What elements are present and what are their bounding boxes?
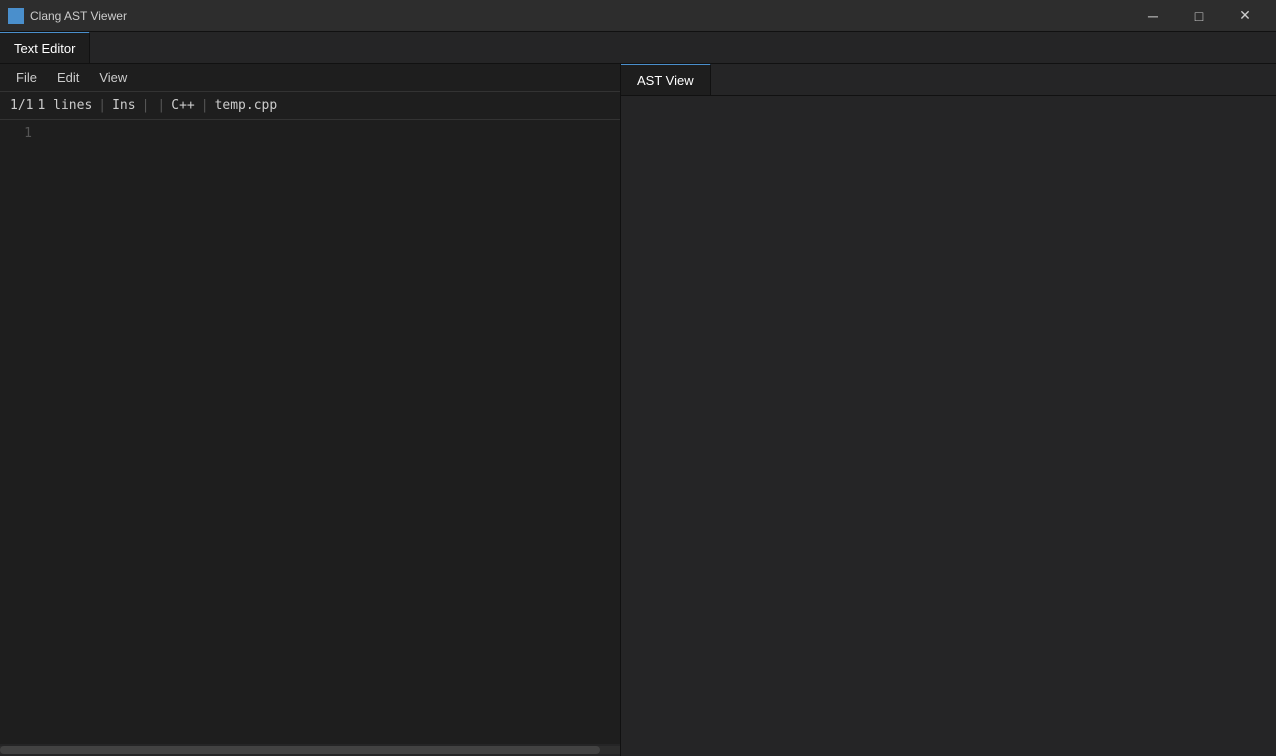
ast-content	[621, 96, 1276, 756]
edit-mode: Ins	[112, 98, 135, 113]
code-editor[interactable]	[40, 122, 620, 742]
editor-scrollbar[interactable]	[0, 744, 620, 756]
title-bar-left: Clang AST Viewer	[8, 8, 127, 24]
line-number-1: 1	[8, 124, 32, 144]
sep1: |	[98, 98, 106, 113]
menu-bar: File Edit View	[0, 64, 620, 92]
panels-row: File Edit View 1/1 1 lines | Ins | | C++…	[0, 64, 1276, 756]
maximize-button[interactable]: □	[1176, 0, 1222, 32]
status-bar: 1/1 1 lines | Ins | | C++ | temp.cpp	[0, 92, 620, 120]
tab-bar: Text Editor	[0, 32, 1276, 64]
filename: temp.cpp	[215, 98, 278, 113]
window-title: Clang AST Viewer	[30, 9, 127, 23]
line-numbers: 1	[0, 122, 40, 742]
tab-text-editor[interactable]: Text Editor	[0, 32, 90, 63]
language: C++	[171, 98, 194, 113]
sep3: |	[157, 98, 165, 113]
left-panel: File Edit View 1/1 1 lines | Ins | | C++…	[0, 64, 621, 756]
minimize-button[interactable]: ─	[1130, 0, 1176, 32]
menu-view[interactable]: View	[91, 68, 135, 87]
main-area: Text Editor File Edit View 1/1 1 lines |…	[0, 32, 1276, 756]
close-button[interactable]: ✕	[1222, 0, 1268, 32]
menu-file[interactable]: File	[8, 68, 45, 87]
right-panel: AST View	[621, 64, 1276, 756]
scrollbar-thumb[interactable]	[0, 746, 600, 754]
editor-content: 1	[0, 120, 620, 744]
title-bar: Clang AST Viewer ─ □ ✕	[0, 0, 1276, 32]
scrollbar-track	[0, 746, 620, 754]
sep4: |	[201, 98, 209, 113]
sep2: |	[142, 98, 150, 113]
ast-tab-bar: AST View	[621, 64, 1276, 96]
window-controls: ─ □ ✕	[1130, 0, 1268, 32]
tab-ast-view[interactable]: AST View	[621, 64, 711, 95]
line-count: 1 lines	[37, 98, 92, 113]
tab-text-editor-label: Text Editor	[14, 41, 75, 56]
ast-tab-label: AST View	[637, 73, 694, 88]
cursor-position: 1/1	[10, 98, 33, 113]
menu-edit[interactable]: Edit	[49, 68, 87, 87]
app-icon	[8, 8, 24, 24]
editor-area: 1	[0, 120, 620, 756]
